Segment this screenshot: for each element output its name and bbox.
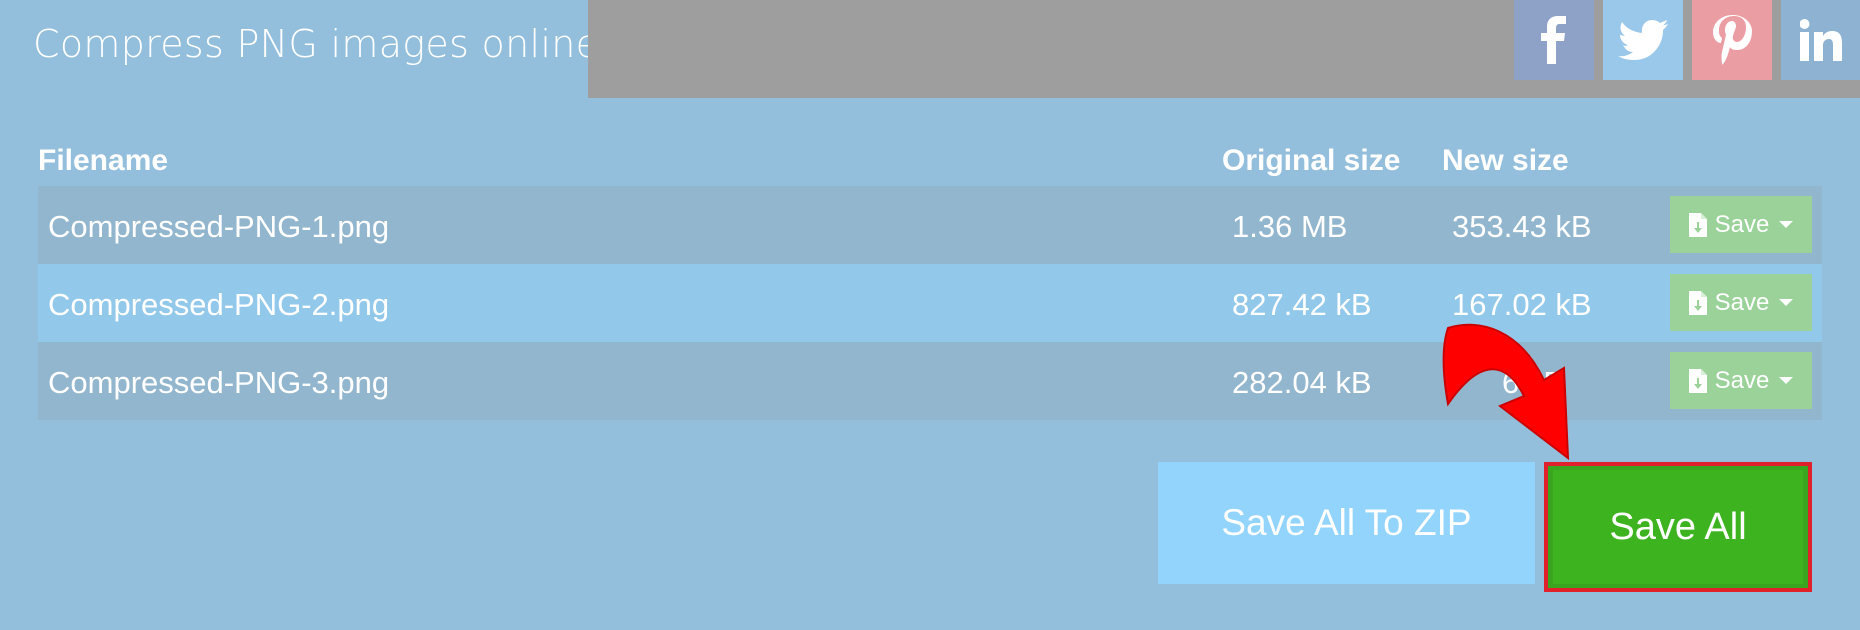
facebook-icon (1541, 16, 1566, 64)
linkedin-icon (1799, 19, 1842, 61)
new-size-cell: 167.02 kB (1452, 287, 1592, 322)
save-label: Save (1714, 210, 1770, 238)
caret-down-icon (1779, 377, 1794, 384)
save-label: Save (1714, 366, 1770, 394)
column-header-new-size: New size (1442, 144, 1569, 177)
page-title: Compress PNG images online (33, 22, 600, 66)
original-size-cell: 282.04 kB (1232, 365, 1372, 400)
pinterest-share-button[interactable] (1692, 0, 1772, 80)
new-size-cell: 353.43 kB (1452, 209, 1592, 244)
file-download-icon (1688, 368, 1707, 393)
pointer-arrow-icon (1442, 323, 1570, 461)
file-download-icon (1688, 212, 1707, 237)
save-dropdown-button[interactable]: Save (1670, 196, 1812, 253)
pinterest-icon (1713, 15, 1752, 65)
original-size-cell: 1.36 MB (1232, 209, 1348, 244)
twitter-icon (1618, 20, 1668, 60)
filename-cell: Compressed-PNG-1.png (48, 209, 390, 244)
save-all-to-zip-button[interactable]: Save All To ZIP (1158, 462, 1535, 584)
save-label: Save (1714, 288, 1770, 316)
table-row: Compressed-PNG-1.png 1.36 MB 353.43 kB S… (38, 186, 1822, 264)
title-tab: Compress PNG images online (0, 0, 599, 98)
filename-cell: Compressed-PNG-2.png (48, 287, 390, 322)
original-size-cell: 827.42 kB (1232, 287, 1372, 322)
file-download-icon (1688, 290, 1707, 315)
save-dropdown-button[interactable]: Save (1670, 352, 1812, 409)
caret-down-icon (1779, 221, 1794, 228)
filename-cell: Compressed-PNG-3.png (48, 365, 390, 400)
table-header: Filename Original size New size (38, 140, 1822, 186)
facebook-share-button[interactable] (1514, 0, 1594, 80)
column-header-original-size: Original size (1222, 144, 1401, 177)
twitter-share-button[interactable] (1603, 0, 1683, 80)
save-all-button[interactable]: Save All (1553, 470, 1803, 584)
save-dropdown-button[interactable]: Save (1670, 274, 1812, 331)
column-header-filename: Filename (38, 144, 169, 177)
caret-down-icon (1779, 299, 1794, 306)
linkedin-share-button[interactable] (1781, 0, 1860, 80)
